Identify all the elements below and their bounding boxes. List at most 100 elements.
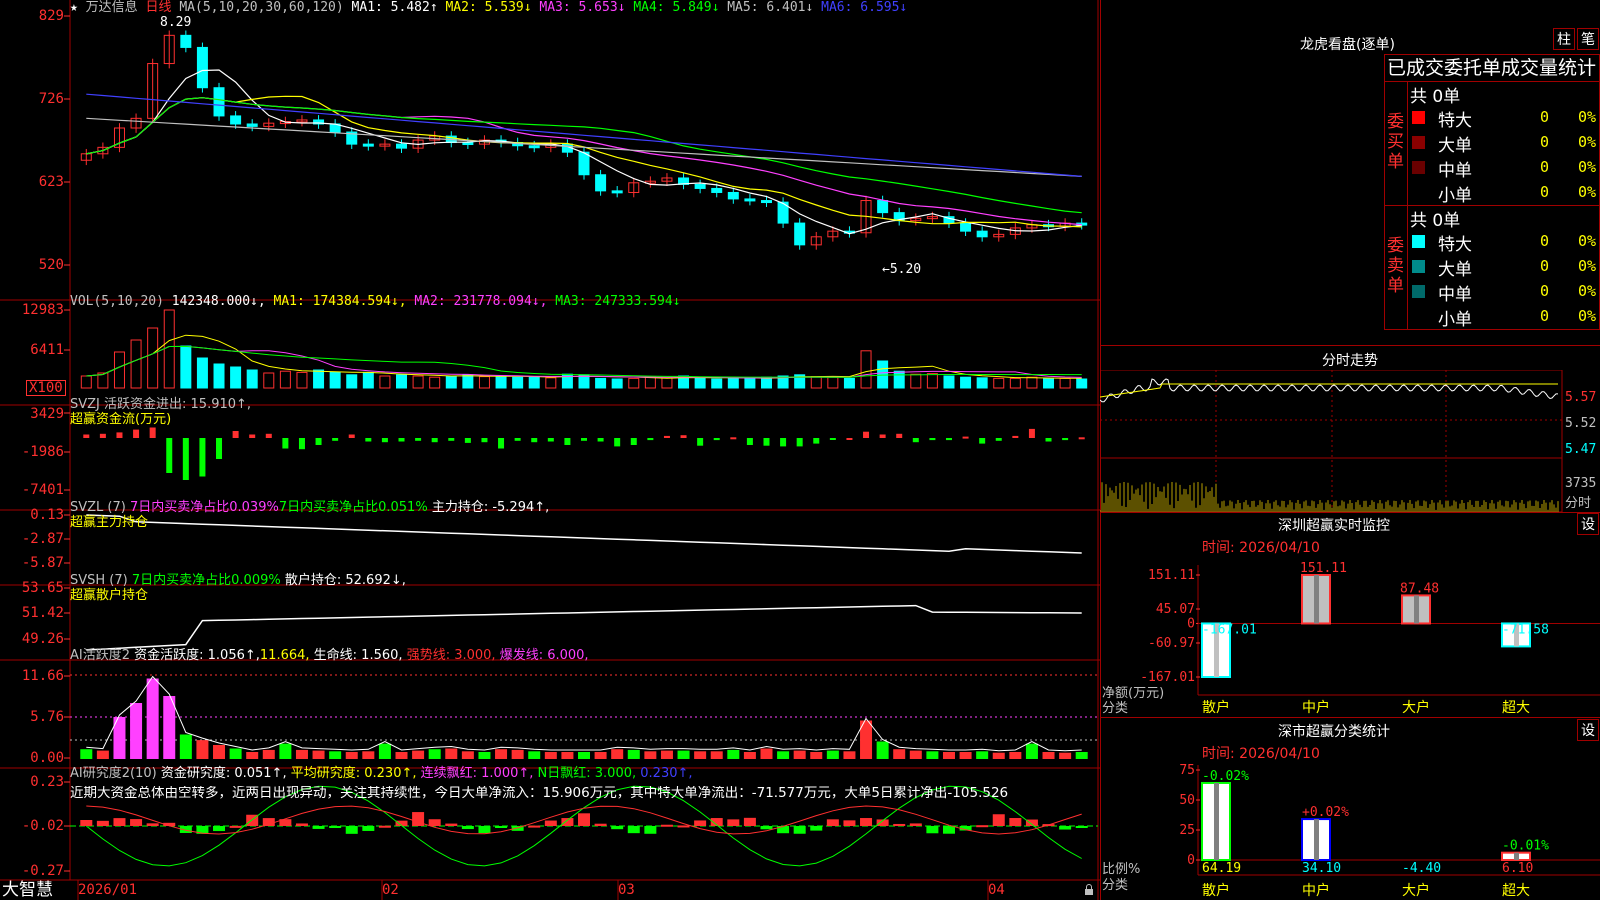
sell-row-label: 中单	[1438, 285, 1472, 305]
ai2-bar	[578, 813, 590, 826]
svzl-sub: 超赢主力持仓	[70, 515, 149, 530]
szfl-category-label: 中户	[1302, 882, 1330, 899]
ai1-bar	[893, 749, 906, 759]
volume-bar	[396, 374, 408, 389]
buy-row-label: 特大	[1438, 111, 1472, 131]
volume-bar	[661, 377, 673, 389]
svzl-c: 主力持仓: -5.294↑,	[431, 500, 550, 515]
buy-row-pct: 0%	[1578, 158, 1597, 176]
tab-bar-view[interactable]: 柱	[1553, 28, 1575, 50]
ai2-bar	[428, 819, 441, 826]
candle	[196, 46, 208, 89]
ai2-a: 资金研究度: 0.051↑,	[160, 766, 287, 781]
szjk-y-label: -60.97	[1148, 636, 1195, 651]
candle	[711, 187, 723, 193]
ai2-note: 近期大资金总体由空转多，近两日出现异动，关注其持续性，今日大单净流入：15.90…	[70, 786, 1009, 801]
volume-bar	[180, 345, 192, 389]
svzj-header: SVZJ 活跃资金进出: 15.910↑,	[70, 397, 252, 412]
ai1-bar	[362, 751, 375, 759]
ai1-bar	[1059, 752, 1072, 759]
ai1-bar	[395, 752, 408, 759]
volume-bar	[1043, 377, 1055, 389]
svzj-bar	[282, 438, 289, 449]
vol-header: VOL(5,10,20) 142348.000↓, MA1: 174384.59…	[70, 294, 681, 309]
ai1-bar	[959, 752, 972, 759]
svzl-y-label: -5.87	[21, 555, 64, 571]
candle	[960, 222, 972, 232]
volume-bar	[694, 377, 706, 389]
ai1-bar	[926, 751, 939, 759]
svzj-bar	[315, 438, 322, 445]
ai1-c: 生命线: 1.560,	[313, 648, 403, 663]
svzj-y-label: 3429	[30, 406, 64, 422]
ai2-bar	[461, 826, 474, 830]
lock-icon[interactable]	[1084, 884, 1094, 896]
buy-row-count: 0	[1540, 183, 1550, 201]
volume-bar	[1076, 378, 1088, 389]
svzj-bar	[846, 438, 853, 440]
szfl-settings-button[interactable]: 设	[1577, 719, 1599, 741]
szfl-chart[interactable]: 75 50 25 0 -0.02% 64.19 散户 +0.02% 34.10 中户 -4.40 大户…	[1100, 760, 1600, 900]
szfl-bar-shade	[1214, 782, 1219, 860]
ai2-bar	[594, 823, 607, 826]
buy-row-count: 0	[1540, 158, 1550, 176]
vol-unit-label[interactable]: X100	[26, 380, 66, 396]
szjk-chart[interactable]: 151.1145.070-60.97-167.01-167.01散户151.11…	[1100, 555, 1600, 715]
ai1-y-label: 11.66	[21, 668, 64, 684]
svzj-bar	[1078, 437, 1085, 440]
star-icon[interactable]: ★	[70, 0, 78, 15]
ai2-bar	[362, 826, 375, 831]
ai2-bar	[1075, 826, 1088, 828]
sell-row-label: 大单	[1438, 260, 1472, 280]
ai2-b: 平均研究度: 0.230↑,	[290, 766, 417, 781]
divider	[1407, 81, 1408, 206]
ai2-c: 连续飘红: 1.000↑,	[420, 766, 534, 781]
volume-bar	[976, 377, 988, 389]
szjk-category-label: 散户	[1202, 699, 1230, 715]
ai2-bar	[826, 819, 839, 826]
svzj-bar	[863, 431, 870, 438]
volume-bar	[346, 374, 358, 389]
volume-bar	[263, 372, 275, 389]
svzj-bar	[547, 438, 554, 442]
sell-row-label: 小单	[1438, 310, 1472, 330]
szfl-y-label: 50	[1179, 793, 1195, 808]
volume-bar	[877, 360, 889, 389]
svzj-bar	[979, 438, 986, 444]
ai1-bar	[345, 752, 358, 759]
ai2-bar	[412, 812, 425, 826]
buy-color-icon	[1412, 111, 1425, 124]
svzj-bar	[182, 438, 189, 480]
ai1-bar	[163, 696, 176, 759]
buy-color-icon	[1412, 136, 1425, 149]
ai2-bar	[926, 826, 939, 834]
fenshi-y-label: 5.57	[1565, 390, 1597, 405]
ai1-bar	[213, 745, 226, 759]
ai2-bar	[627, 826, 640, 834]
fenshi-chart[interactable]	[1100, 370, 1600, 512]
ai1-bar	[196, 740, 209, 759]
szfl-change-label: -0.01%	[1502, 839, 1549, 854]
candle	[396, 143, 408, 149]
szfl-change-label: +0.02%	[1302, 805, 1349, 820]
ai1-bar	[594, 752, 607, 759]
ai2-d: N日飘红: 3.000,	[537, 766, 637, 781]
kline-y-label: 829	[38, 8, 64, 24]
period-label[interactable]: 日线	[146, 0, 172, 15]
svzj-bar	[1028, 428, 1035, 438]
szfl-category-label: 超大	[1502, 883, 1530, 899]
volume-bar	[163, 309, 175, 389]
vol-y-label: 6411	[30, 342, 64, 358]
ai2-bar	[992, 814, 1005, 826]
ai1-bar	[1075, 752, 1088, 759]
vol-params: VOL(5,10,20)	[70, 294, 164, 309]
ai2-bar	[843, 820, 856, 826]
ai2-bar	[495, 826, 508, 828]
volume-bar	[893, 370, 905, 389]
tab-tick-view[interactable]: 笔	[1577, 28, 1599, 50]
main-chart-area[interactable]	[0, 0, 1100, 900]
ai1-bar	[777, 751, 790, 759]
szjk-settings-button[interactable]: 设	[1577, 513, 1599, 535]
buy-total: 共 0单	[1410, 87, 1461, 107]
volume-bar	[960, 376, 972, 389]
